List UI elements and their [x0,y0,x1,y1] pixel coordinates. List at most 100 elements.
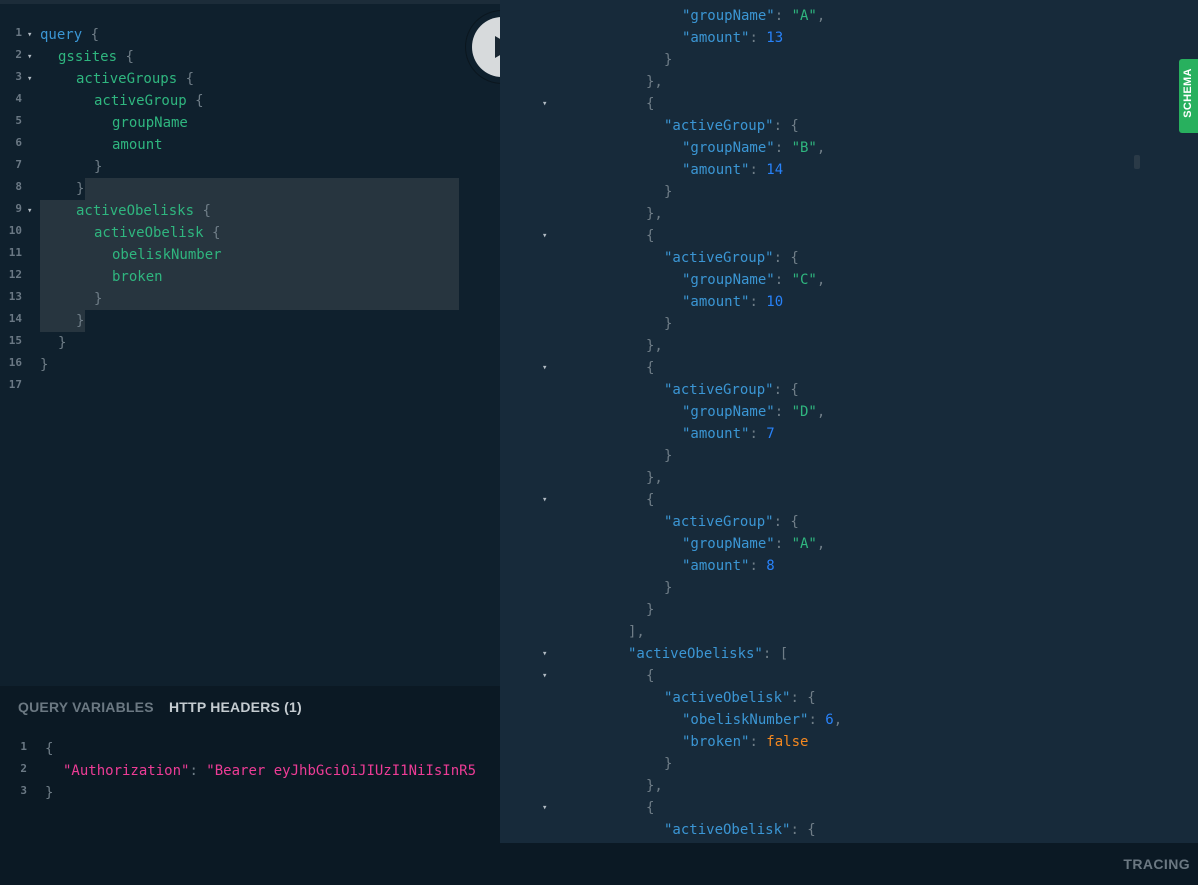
schema-tab[interactable]: SCHEMA [1179,59,1198,133]
fold-arrow-icon[interactable]: ▾ [542,93,547,115]
result-line-code: "activeGroup": { [664,379,799,401]
code-token: : [774,140,792,156]
query-line-code: activeGroup { [94,90,204,112]
fold-arrow-icon[interactable]: ▾ [542,665,547,687]
fold-arrow-icon[interactable]: ▾ [27,24,32,46]
code-token: "D" [791,404,817,420]
code-token: 10 [766,294,784,310]
text-selection [85,178,459,200]
tab-query-variables[interactable]: QUERY VARIABLES [18,699,154,715]
line-number: 6 [15,136,22,149]
code-token: , [816,272,826,288]
code-token: { [177,71,195,87]
result-line-code: }, [646,775,663,797]
result-line-code: "activeGroup": { [664,511,799,533]
result-line-code: }, [646,203,663,225]
code-token: } [76,181,85,197]
result-line-code: } [664,577,672,599]
code-token: { [194,203,211,219]
result-line-code: { [646,225,654,247]
code-token: : { [790,822,816,838]
code-token: , [816,536,826,552]
code-token: : [749,734,767,750]
code-token: "amount" [682,558,750,574]
code-token: : { [790,690,816,706]
code-token: "activeObelisk" [664,822,791,838]
query-line-code: amount [112,134,163,156]
line-number: 1 [15,26,22,39]
code-token: "groupName" [682,536,775,552]
fold-arrow-icon[interactable]: ▾ [542,643,547,665]
code-token: }, [646,470,663,486]
fold-arrow-icon[interactable]: ▾ [542,357,547,379]
code-token: "obeliskNumber" [682,712,809,728]
result-line-code: "activeGroup": { [664,115,799,137]
line-number: 11 [8,246,22,259]
code-token: "A" [791,536,817,552]
result-line-code: "amount": 13 [682,27,783,49]
result-line-code: } [664,49,672,71]
code-token: { [646,492,655,508]
code-token: } [664,316,673,332]
code-token: , [816,404,826,420]
code-token: activeGroups [76,71,178,87]
result-line-code: "groupName": "B", [682,137,825,159]
line-number: 3 [20,784,27,797]
query-line-code: } [94,288,102,310]
results-scrollbar-thumb[interactable] [1134,155,1140,169]
code-token: broken [112,269,163,285]
code-token: "amount" [682,426,750,442]
line-number: 16 [8,356,22,369]
fold-arrow-icon[interactable]: ▾ [27,46,32,68]
code-token: } [664,184,673,200]
fold-arrow-icon[interactable]: ▾ [27,68,32,90]
header-line-code: } [45,782,53,804]
code-token: } [664,580,673,596]
result-line-code: "groupName": "C", [682,269,825,291]
code-token: }, [646,338,663,354]
code-token: : { [773,514,799,530]
result-line-code: "amount": 8 [682,555,775,577]
code-token: }, [646,206,663,222]
schema-tab-label: SCHEMA [1182,68,1194,118]
code-token: { [646,360,655,376]
tracing-tab[interactable]: TRACING [1123,856,1190,872]
code-token: } [40,357,49,373]
code-token: "activeGroup" [664,118,774,134]
line-number: 15 [8,334,22,347]
code-token: : [749,294,767,310]
query-editor[interactable]: 1 ▾ query {2 ▾ gssites {3 ▾ activeGroups {4 act… [0,0,500,686]
line-number: 8 [15,180,22,193]
code-token: groupName [112,115,188,131]
result-line-code: }, [646,71,663,93]
code-token: gssites [58,49,118,65]
code-token: }, [646,74,663,90]
code-token: { [646,668,655,684]
code-token: : [749,426,767,442]
fold-arrow-icon[interactable]: ▾ [542,225,547,247]
code-token: ], [628,624,645,640]
fold-arrow-icon[interactable]: ▾ [542,489,547,511]
code-token: 8 [766,558,775,574]
code-token: { [203,225,221,241]
code-token: activeGroup [94,93,187,109]
code-token: : [749,162,767,178]
code-token: : [189,763,207,779]
tab-http-headers[interactable]: HTTP HEADERS (1) [169,699,302,715]
line-number: 3 [15,70,22,83]
code-token: "broken" [682,734,750,750]
code-token: "activeObelisks" [628,646,763,662]
code-token: "groupName" [682,140,775,156]
code-token: , [833,712,843,728]
code-token: activeObelisks [76,203,195,219]
result-line-code: { [646,357,654,379]
result-line-code: }, [646,467,663,489]
code-token: "C" [791,272,817,288]
code-token: : [749,30,767,46]
fold-arrow-icon[interactable]: ▾ [542,797,547,819]
code-token: } [58,335,67,351]
code-token: : [ [762,646,789,662]
header-line-code: { [45,738,53,760]
code-token: : { [773,382,799,398]
fold-arrow-icon[interactable]: ▾ [27,200,32,222]
